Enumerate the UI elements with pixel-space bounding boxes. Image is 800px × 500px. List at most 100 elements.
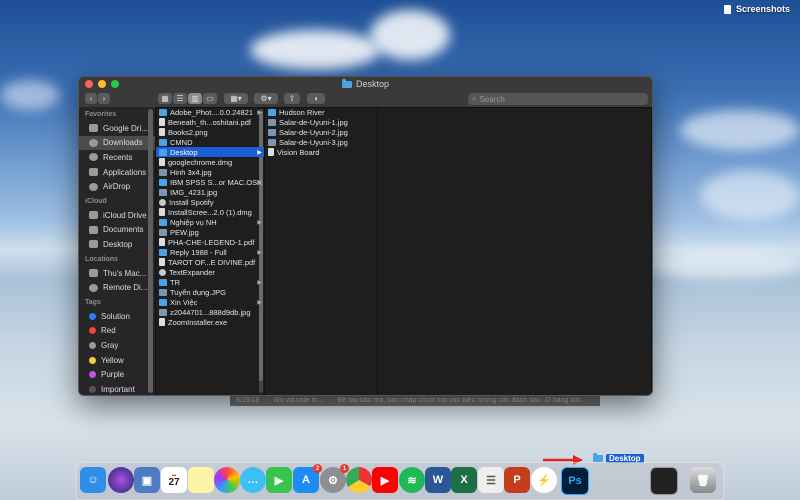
share-button[interactable]: ⇪ (284, 93, 300, 104)
file-row[interactable]: PEW.jpg (156, 227, 264, 237)
sidebar-scrollbar[interactable] (148, 109, 153, 393)
trash-icon[interactable]: 🗑 (690, 467, 716, 493)
youtube-icon[interactable]: ▶ (372, 467, 398, 493)
file-row[interactable]: IMG_4231.jpg (156, 187, 264, 197)
system-preferences-icon[interactable]: ⚙ 1 (320, 464, 349, 493)
sidebar-tag-item[interactable]: Purple (79, 367, 155, 382)
file-row[interactable]: Salar-de-Uyuni-2.jpg (265, 127, 377, 137)
file-row[interactable]: Hinh 3x4.jpg (156, 167, 264, 177)
file-name: Nghiệp vụ NH (170, 217, 217, 227)
file-row[interactable]: Adobe_Phot....0.0.24821 ▶ (156, 107, 264, 117)
forward-button[interactable]: › (98, 93, 110, 104)
file-row[interactable]: CMND (156, 137, 264, 147)
word-icon[interactable]: W (425, 467, 451, 493)
file-row[interactable]: Nghiệp vụ NH ▶ (156, 217, 264, 227)
sidebar-item-downloads[interactable]: Downloads (79, 135, 155, 151)
file-row[interactable]: InstallScree...2.0 (1).dmg (156, 207, 264, 217)
sidebar-item-label: Purple (101, 370, 125, 380)
folder-icon (268, 108, 276, 116)
sidebar-item-remote-disc[interactable]: Remote Di... (79, 280, 155, 295)
file-row[interactable]: TAROT OF...E DIVINE.pdf (156, 257, 264, 267)
photoshop-icon[interactable]: Ps (561, 467, 589, 495)
siri-icon[interactable] (108, 467, 134, 493)
zoom-button[interactable] (111, 80, 119, 88)
file-row[interactable]: Vision Board (265, 147, 377, 157)
file-row[interactable]: Hudson River (265, 107, 377, 117)
file-icon (159, 258, 165, 266)
sidebar-item-documents[interactable]: Documents (79, 223, 155, 238)
file-row[interactable]: Install Spotify (156, 197, 264, 207)
finder-window: Desktop ‹ › ▦ ☰ ▥ ▭ ▦▾ ⚙▾ ⇪ ◖ ⌕ Search F… (78, 76, 653, 396)
file-row[interactable]: Reply 1988 - Full ▶ (156, 247, 264, 257)
column-view-button[interactable]: ▥ (188, 93, 202, 104)
notes-icon[interactable] (188, 467, 214, 493)
calendar-icon[interactable]: ▬ 27 (161, 467, 187, 493)
powerpoint-icon[interactable]: P (504, 467, 530, 493)
file-name: Books2.png (168, 127, 208, 137)
sidebar-item-icloud-drive[interactable]: iCloud Drive (79, 208, 155, 223)
file-row[interactable]: Desktop ▶ (156, 147, 264, 157)
excel-icon[interactable]: X (451, 467, 477, 493)
spotify-icon[interactable]: ≋ (399, 467, 425, 493)
icon-view-button[interactable]: ▦ (158, 93, 172, 104)
sidebar-item-label: Desktop (103, 239, 133, 249)
search-field[interactable]: ⌕ Search (468, 93, 648, 105)
sidebar-item-applications[interactable]: Applications (79, 165, 155, 180)
reminders-icon[interactable]: ☰ (478, 467, 504, 493)
sidebar-tag-item[interactable]: Gray (79, 338, 155, 353)
sidebar-item-label: Remote Di... (103, 283, 148, 293)
title-bar[interactable]: Desktop (79, 77, 652, 91)
photos-icon[interactable] (214, 467, 240, 493)
tag-color-dot (89, 327, 96, 335)
file-row[interactable]: Xin Việc ▶ (156, 297, 264, 307)
close-button[interactable] (85, 80, 93, 88)
gallery-view-button[interactable]: ▭ (203, 93, 217, 104)
sidebar-tag-item[interactable]: Red (79, 324, 155, 339)
group-button[interactable]: ▦▾ (224, 93, 248, 104)
file-row[interactable]: Beneath_th...oshitani.pdf (156, 117, 264, 127)
finder-icon[interactable]: ☺ (80, 467, 106, 493)
file-row[interactable]: googlechrome.dmg (156, 157, 264, 167)
file-row[interactable]: z2044701...888d9db.jpg (156, 307, 264, 317)
sidebar-tag-item[interactable]: Solution (79, 309, 155, 324)
sidebar-item-recents[interactable]: Recents (79, 150, 155, 165)
sidebar-item-label: Gray (101, 340, 119, 350)
file-row[interactable]: Salar-de-Uyuni-3.jpg (265, 137, 377, 147)
folder-icon (159, 278, 167, 286)
app-store-icon[interactable]: A2 (293, 464, 322, 493)
downloads-stack-icon[interactable] (650, 467, 678, 495)
cloud-icon (89, 211, 98, 220)
messages-icon[interactable]: … (240, 467, 266, 493)
sidebar-item-desktop[interactable]: Desktop (79, 237, 155, 252)
file-row[interactable]: IBM SPSS S...or MAC.OSX ▶ (156, 177, 264, 187)
sidebar-tag-item[interactable]: Important (79, 382, 155, 395)
image-file-icon (159, 228, 167, 236)
file-name: Xin Việc (170, 297, 198, 307)
file-row[interactable]: Tuyển dụng.JPG (156, 287, 264, 297)
list-view-button[interactable]: ☰ (173, 93, 187, 104)
facetime-icon[interactable]: ▶ (266, 467, 292, 493)
file-row[interactable]: PHA-CHE-LEGEND-1.pdf (156, 237, 264, 247)
sidebar-item-mac[interactable]: Thu's Mac... (79, 266, 155, 281)
chrome-icon[interactable] (346, 467, 372, 493)
back-button[interactable]: ‹ (85, 93, 97, 104)
file-name: PEW.jpg (170, 227, 199, 237)
tag-button[interactable]: ◖ (307, 93, 325, 104)
app-store-badge: 2 (313, 464, 322, 473)
action-gear-button[interactable]: ⚙▾ (254, 93, 278, 104)
sidebar-item-airdrop[interactable]: AirDrop (79, 179, 155, 194)
desktop-screenshots-item[interactable]: Screenshots (723, 4, 790, 14)
file-row[interactable]: TextExpander (156, 267, 264, 277)
file-row[interactable]: TR ▶ (156, 277, 264, 287)
minimize-button[interactable] (98, 80, 106, 88)
sidebar-tag-item[interactable]: Yellow (79, 353, 155, 368)
file-row[interactable]: Books2.png (156, 127, 264, 137)
folder-icon (159, 108, 167, 116)
file-row[interactable]: Salar-de-Uyuni-1.jpg (265, 117, 377, 127)
image-file-icon (268, 128, 276, 136)
sidebar-item-label: Recents (103, 152, 133, 162)
file-row[interactable]: ZoomInstaller.exe (156, 317, 264, 327)
messenger-icon[interactable]: ⚡ (531, 467, 557, 493)
preview-icon[interactable]: ▣ (134, 467, 160, 493)
sidebar-item-google-drive[interactable]: Google Dri... (79, 121, 155, 136)
